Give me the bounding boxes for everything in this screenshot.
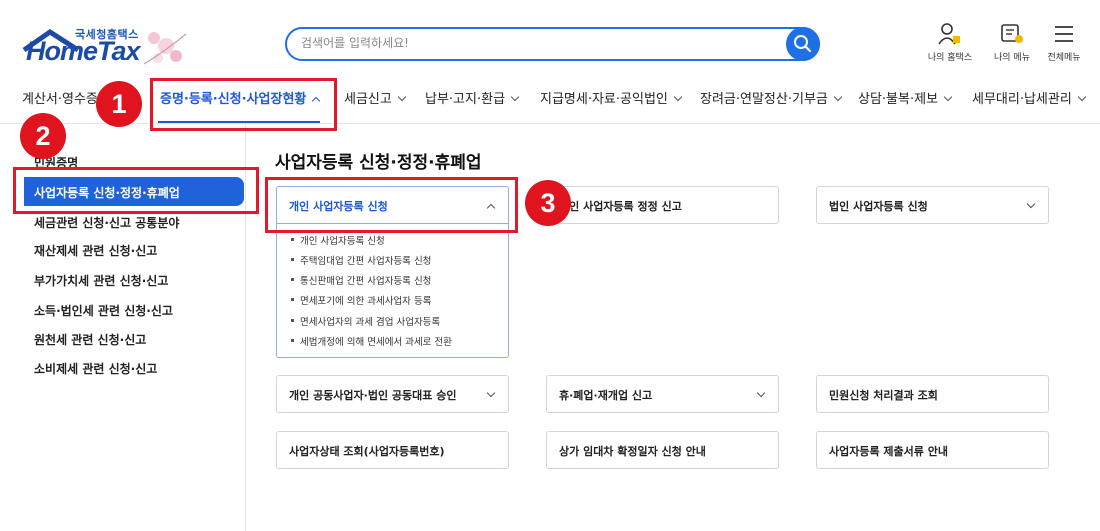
my-hometax-button[interactable]: 나의 홈택스 <box>920 22 980 63</box>
gnb-item-label: 장려금·연말정산·기부금 <box>700 92 828 107</box>
submenu-item[interactable]: 개인 사업자등록 신청 <box>291 233 385 247</box>
sidebar-item-label: 부가가치세 관련 신청·신고 <box>34 274 169 288</box>
card-label: 개인 사업자등록 정정 신고 <box>559 200 682 213</box>
sidebar-item-common-application[interactable]: 세금관련 신청·신고 공통분야 <box>34 214 179 231</box>
card-label: 사업자등록 제출서류 안내 <box>829 445 948 458</box>
card-closure-report[interactable]: 휴·폐업·재개업 신고 <box>546 375 779 413</box>
card-business-status[interactable]: 사업자상태 조회(사업자등록번호) <box>276 431 509 469</box>
individual-registration-submenu: 개인 사업자등록 신청 주택임대업 간편 사업자등록 신청 통신판매업 간편 사… <box>276 224 509 358</box>
sidebar-item-label: 소득·법인세 관련 신청·신고 <box>34 304 173 318</box>
search-bar <box>285 27 820 61</box>
my-menu-button[interactable]: 나의 메뉴 <box>982 22 1042 63</box>
gnb-item-label: 상담·불복·제보 <box>858 92 939 107</box>
sidebar-item-label: 재산제세 관련 신청·신고 <box>34 244 158 258</box>
my-menu-icon <box>1001 24 1023 43</box>
my-hometax-icon <box>938 23 960 45</box>
submenu-item[interactable]: 면세포기에 의한 과세사업자 등록 <box>291 293 431 307</box>
gnb-item-label: 계산서·영수증 <box>22 92 98 107</box>
card-joint-business-approval[interactable]: 개인 공동사업자·법인 공동대표 승인 <box>276 375 509 413</box>
my-menu-label: 나의 메뉴 <box>994 53 1030 63</box>
annotation-box-1 <box>150 78 337 131</box>
gnb-item-label: 지급명세·자료·공익법인 <box>540 92 668 107</box>
submenu-item[interactable]: 통신판매업 간편 사업자등록 신청 <box>291 273 431 287</box>
sidebar-item-consumption-tax[interactable]: 소비제세 관련 신청·신고 <box>34 360 157 377</box>
gnb-item-invoice[interactable]: 계산서·영수증 <box>22 88 98 107</box>
card-label: 민원신청 처리결과 조회 <box>829 389 938 402</box>
annotation-box-3 <box>265 177 518 233</box>
card-corporate-registration[interactable]: 법인 사업자등록 신청 <box>816 186 1049 224</box>
annotation-badge-2: 2 <box>20 113 66 159</box>
gnb-item-payment[interactable]: 납부·고지·환급 <box>425 88 520 107</box>
card-application-result[interactable]: 민원신청 처리결과 조회 <box>816 375 1049 413</box>
gnb-item-label: 세금신고 <box>344 92 392 107</box>
annotation-box-2 <box>13 167 259 214</box>
chevron-down-icon <box>673 92 683 102</box>
hometax-logo[interactable]: 국세청홈택스 HomeTax <box>22 22 192 72</box>
chevron-down-icon <box>943 92 953 102</box>
gnb-item-tax-return[interactable]: 세금신고 <box>344 88 407 107</box>
chevron-down-icon <box>1026 199 1036 209</box>
gnb-item-payment-statement[interactable]: 지급명세·자료·공익법인 <box>540 88 683 107</box>
chevron-down-icon <box>756 388 766 398</box>
chevron-down-icon <box>397 92 407 102</box>
my-hometax-label: 나의 홈택스 <box>927 53 973 63</box>
hamburger-icon <box>1055 26 1073 42</box>
chevron-down-icon <box>510 92 520 102</box>
card-label: 법인 사업자등록 신청 <box>829 200 928 213</box>
sidebar-item-withholding-tax[interactable]: 원천세 관련 신청·신고 <box>34 331 146 348</box>
submenu-item[interactable]: 세법개정에 의해 면세에서 과세로 전환 <box>291 334 452 348</box>
gnb-item-label: 납부·고지·환급 <box>425 92 506 107</box>
annotation-badge-1: 1 <box>96 81 142 127</box>
search-button[interactable] <box>786 27 820 61</box>
search-input[interactable] <box>301 36 781 50</box>
sidebar-item-label: 원천세 관련 신청·신고 <box>34 333 147 347</box>
all-menu-button[interactable]: 전체메뉴 <box>1034 22 1094 63</box>
card-label: 사업자상태 조회(사업자등록번호) <box>289 445 445 458</box>
sidebar-item-income-corporate-tax[interactable]: 소득·법인세 관련 신청·신고 <box>34 302 173 319</box>
annotation-badge-3: 3 <box>525 180 571 226</box>
sidebar-item-property-tax[interactable]: 재산제세 관련 신청·신고 <box>34 242 157 259</box>
chevron-down-icon <box>486 388 496 398</box>
gnb-item-tax-agent[interactable]: 세무대리·납세관리 <box>972 88 1087 107</box>
gnb-item-incentive[interactable]: 장려금·연말정산·기부금 <box>700 88 843 107</box>
sidebar-item-vat[interactable]: 부가가치세 관련 신청·신고 <box>34 272 168 289</box>
chevron-down-icon <box>833 92 843 102</box>
all-menu-label: 전체메뉴 <box>1047 53 1081 63</box>
gnb-item-consulting[interactable]: 상담·불복·제보 <box>858 88 953 107</box>
card-required-documents[interactable]: 사업자등록 제출서류 안내 <box>816 431 1049 469</box>
search-icon <box>794 35 812 53</box>
gnb-item-label: 세무대리·납세관리 <box>972 92 1072 107</box>
page-title: 사업자등록 신청·정정·휴폐업 <box>275 153 482 173</box>
chevron-down-icon <box>1077 92 1087 102</box>
card-label: 상가 임대차 확정일자 신청 안내 <box>559 445 706 458</box>
submenu-item[interactable]: 면세사업자의 과세 겸업 사업자등록 <box>291 314 440 328</box>
sidebar-item-label: 세금관련 신청·신고 공통분야 <box>34 216 180 230</box>
logo-title: HomeTax <box>26 36 141 66</box>
card-individual-correction[interactable]: 개인 사업자등록 정정 신고 <box>546 186 779 224</box>
card-lease-confirmation[interactable]: 상가 임대차 확정일자 신청 안내 <box>546 431 779 469</box>
submenu-item[interactable]: 주택임대업 간편 사업자등록 신청 <box>291 253 431 267</box>
card-label: 휴·폐업·재개업 신고 <box>559 389 653 402</box>
cherry-blossom-icon <box>143 32 187 65</box>
card-label: 개인 공동사업자·법인 공동대표 승인 <box>289 389 457 402</box>
sidebar-item-label: 소비제세 관련 신청·신고 <box>34 362 158 376</box>
